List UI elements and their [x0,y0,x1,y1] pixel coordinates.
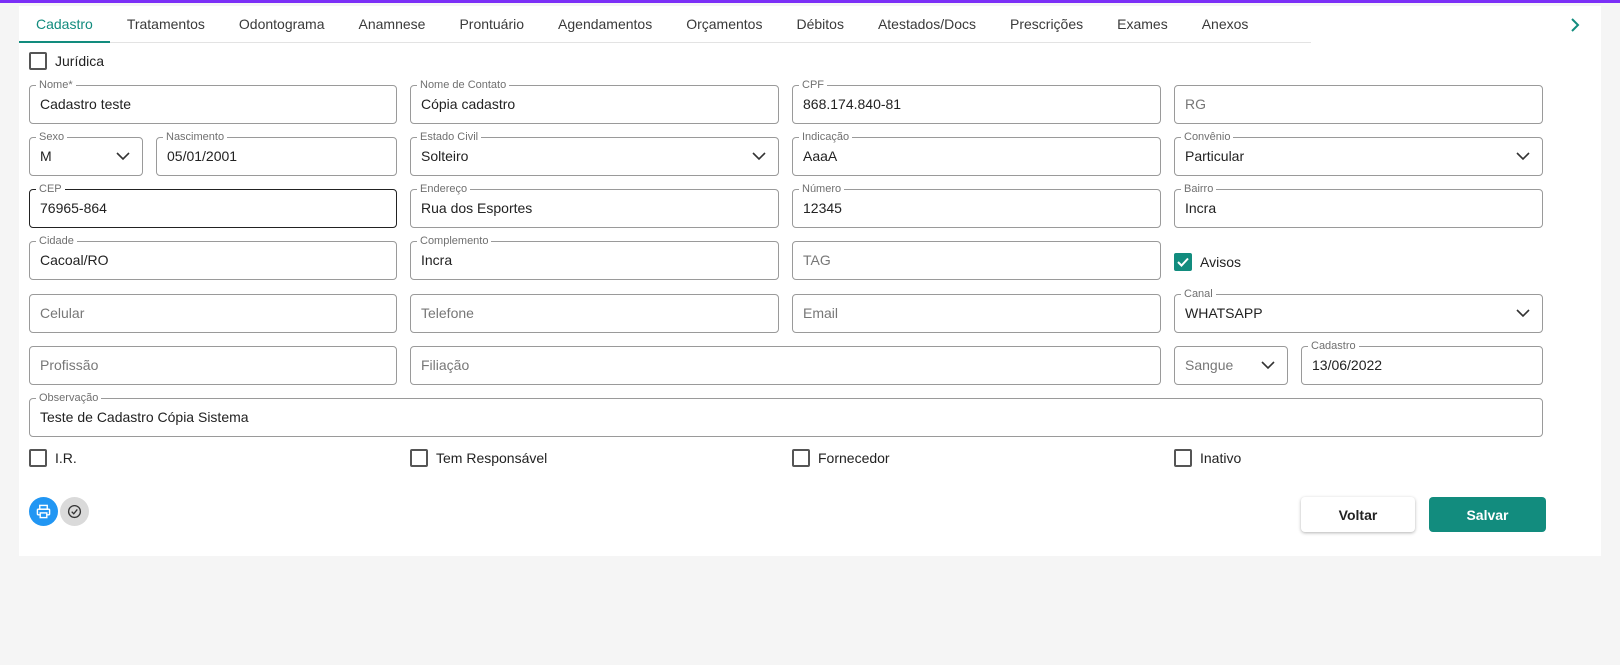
profissao-placeholder: Profissão [40,357,99,373]
estado-civil-select[interactable]: Estado Civil Solteiro [410,130,779,176]
tab-scroll-next-button[interactable] [1561,10,1589,40]
tab-atestados-docs[interactable]: Atestados/Docs [861,6,993,43]
inativo-checkbox[interactable]: Inativo [1174,449,1241,467]
email-field[interactable]: Email [792,294,1161,333]
rg-field[interactable]: RG [1174,85,1543,124]
convenio-select[interactable]: Convênio Particular [1174,130,1543,176]
checkbox-box [1174,449,1192,467]
sexo-value: M [40,148,52,164]
celular-field[interactable]: Celular [29,294,397,333]
tem-responsavel-label: Tem Responsável [436,450,548,466]
checkbox-box [1174,253,1192,271]
avisos-label: Avisos [1200,254,1241,270]
fornecedor-checkbox[interactable]: Fornecedor [792,449,890,467]
indicacao-field[interactable]: Indicação AaaA [792,130,1161,176]
tab-debitos[interactable]: Débitos [779,6,860,43]
fornecedor-label: Fornecedor [818,450,890,466]
telefone-placeholder: Telefone [421,305,474,321]
observacao-value: Teste de Cadastro Cópia Sistema [40,409,249,425]
cpf-value: 868.174.840-81 [803,96,902,112]
numero-value: 12345 [803,200,842,216]
checkbox-box [29,52,47,70]
nome-value: Cadastro teste [40,96,132,112]
complemento-field[interactable]: Complemento Incra [410,234,779,280]
chevron-right-icon [1571,18,1580,32]
juridica-checkbox[interactable]: Jurídica [29,52,104,70]
chevron-down-icon [116,152,130,161]
tab-anamnese[interactable]: Anamnese [342,6,443,43]
tag-field[interactable]: TAG [792,241,1161,280]
profissao-field[interactable]: Profissão [29,346,397,385]
tab-prescricoes[interactable]: Prescrições [993,6,1100,43]
estado-civil-value: Solteiro [421,148,469,164]
nome-contato-value: Cópia cadastro [421,96,516,112]
tab-exames[interactable]: Exames [1100,6,1185,43]
canal-select[interactable]: Canal WHATSAPP [1174,287,1543,333]
checkbox-box [792,449,810,467]
tab-orcamentos[interactable]: Orçamentos [669,6,779,43]
cep-field[interactable]: CEP 76965-864 [29,182,397,228]
chevron-down-icon [1261,361,1275,370]
chevron-down-icon [1516,309,1530,318]
cadastro-date-field[interactable]: Cadastro 13/06/2022 [1301,339,1543,385]
chevron-down-icon [1516,152,1530,161]
checkbox-box [410,449,428,467]
tem-responsavel-checkbox[interactable]: Tem Responsável [410,449,547,467]
check-circle-icon [67,504,82,519]
tab-anexos[interactable]: Anexos [1185,6,1266,43]
check-icon [1177,257,1189,267]
avisos-checkbox[interactable]: Avisos [1174,253,1241,271]
endereco-field[interactable]: Endereço Rua dos Esportes [410,182,779,228]
tag-placeholder: TAG [803,252,831,268]
check-status-button[interactable] [60,497,89,526]
tab-odontograma[interactable]: Odontograma [222,6,342,43]
tab-tratamentos[interactable]: Tratamentos [110,6,222,43]
top-accent-bar [0,0,1620,3]
tab-prontuario[interactable]: Prontuário [442,6,541,43]
nascimento-field[interactable]: Nascimento 05/01/2001 [156,130,397,176]
telefone-field[interactable]: Telefone [410,294,779,333]
complemento-value: Incra [421,252,453,268]
bairro-field[interactable]: Bairro Incra [1174,182,1543,228]
ir-checkbox[interactable]: I.R. [29,449,77,467]
nascimento-value: 05/01/2001 [167,148,238,164]
inativo-label: Inativo [1200,450,1242,466]
cadastro-value: 13/06/2022 [1312,357,1383,373]
printer-icon [36,504,51,519]
indicacao-value: AaaA [803,148,838,164]
patient-form-card: Cadastro Tratamentos Odontograma Anamnes… [19,6,1601,556]
bairro-value: Incra [1185,200,1217,216]
sangue-placeholder: Sangue [1185,357,1234,373]
numero-field[interactable]: Número 12345 [792,182,1161,228]
cidade-value: Cacoal/RO [40,252,109,268]
tab-cadastro[interactable]: Cadastro [19,6,110,43]
filiacao-placeholder: Filiação [421,357,470,373]
tab-agendamentos[interactable]: Agendamentos [541,6,669,43]
nome-contato-field[interactable]: Nome de Contato Cópia cadastro [410,78,779,124]
ir-label: I.R. [55,450,77,466]
tab-bar: Cadastro Tratamentos Odontograma Anamnes… [19,6,1311,43]
cep-value: 76965-864 [40,200,107,216]
sexo-select[interactable]: Sexo M [29,130,143,176]
convenio-value: Particular [1185,148,1245,164]
voltar-button[interactable]: Voltar [1301,497,1415,532]
endereco-value: Rua dos Esportes [421,200,533,216]
print-button[interactable] [29,497,58,526]
cidade-field[interactable]: Cidade Cacoal/RO [29,234,397,280]
celular-placeholder: Celular [40,305,85,321]
checkbox-box [29,449,47,467]
juridica-label: Jurídica [55,53,105,69]
cpf-field[interactable]: CPF 868.174.840-81 [792,78,1161,124]
canal-value: WHATSAPP [1185,305,1263,321]
observacao-field[interactable]: Observação Teste de Cadastro Cópia Siste… [29,391,1543,437]
rg-placeholder: RG [1185,96,1206,112]
email-placeholder: Email [803,305,839,321]
filiacao-field[interactable]: Filiação [410,346,1161,385]
sangue-select[interactable]: Sangue [1174,346,1288,385]
chevron-down-icon [752,152,766,161]
nome-field[interactable]: Nome* Cadastro teste [29,78,397,124]
salvar-button[interactable]: Salvar [1429,497,1546,532]
